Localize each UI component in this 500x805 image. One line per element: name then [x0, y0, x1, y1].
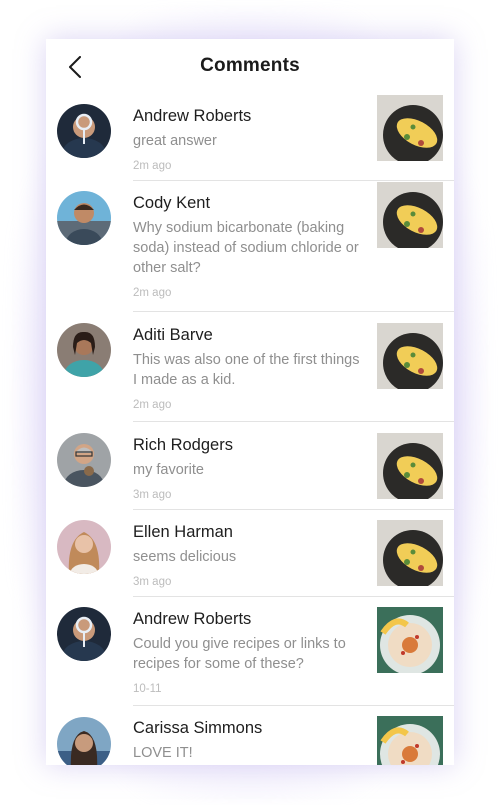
- comment-text: Could you give recipes or links to recip…: [133, 636, 346, 672]
- commenter-name[interactable]: Aditi Barve: [133, 325, 363, 345]
- comment-text: my favorite: [133, 462, 204, 478]
- commenter-name[interactable]: Rich Rodgers: [133, 435, 363, 455]
- food-thumbnail[interactable]: [377, 716, 443, 765]
- page-title: Comments: [200, 55, 300, 76]
- comment-time: 2m ago: [133, 287, 172, 299]
- comment-time: 3m ago: [133, 489, 172, 501]
- food-thumbnail[interactable]: [377, 433, 443, 499]
- comment-text: LOVE IT!: [133, 745, 193, 761]
- comment-list: Andrew Roberts great answer 2m ago Cody …: [46, 95, 454, 765]
- comment-item[interactable]: Ellen Harman seems delicious 3m ago: [46, 510, 454, 597]
- comment-item[interactable]: Cody Kent Why sodium bicarbonate (baking…: [46, 181, 454, 312]
- header: Comments: [46, 39, 454, 95]
- commenter-name[interactable]: Ellen Harman: [133, 522, 363, 542]
- commenter-name[interactable]: Andrew Roberts: [133, 609, 363, 629]
- commenter-name[interactable]: Andrew Roberts: [133, 106, 363, 126]
- avatar[interactable]: [57, 717, 111, 765]
- comment-text: great answer: [133, 133, 217, 149]
- food-thumbnail[interactable]: [377, 323, 443, 389]
- avatar[interactable]: [57, 191, 111, 245]
- avatar[interactable]: [57, 433, 111, 487]
- comments-screen: Comments Andrew Roberts great answer 2m …: [46, 39, 454, 765]
- comment-time: 3m ago: [133, 576, 172, 588]
- comment-time: 2m ago: [133, 160, 172, 172]
- avatar[interactable]: [57, 104, 111, 158]
- avatar[interactable]: [57, 520, 111, 574]
- food-thumbnail[interactable]: [377, 520, 443, 586]
- commenter-name[interactable]: Carissa Simmons: [133, 718, 363, 738]
- food-thumbnail[interactable]: [377, 607, 443, 673]
- food-thumbnail[interactable]: [377, 95, 443, 161]
- comment-item[interactable]: Carissa Simmons LOVE IT!: [46, 706, 454, 765]
- comment-item[interactable]: Rich Rodgers my favorite 3m ago: [46, 422, 454, 510]
- comment-time: 10-11: [133, 683, 162, 695]
- comment-item[interactable]: Aditi Barve This was also one of the fir…: [46, 312, 454, 422]
- comment-text: Why sodium bicarbonate (baking soda) ins…: [133, 220, 359, 276]
- comment-text: This was also one of the first things I …: [133, 352, 360, 388]
- comment-time: 2m ago: [133, 399, 172, 411]
- comment-text: seems delicious: [133, 549, 237, 565]
- avatar[interactable]: [57, 607, 111, 661]
- food-thumbnail[interactable]: [377, 182, 443, 248]
- comment-item[interactable]: Andrew Roberts great answer 2m ago: [46, 95, 454, 181]
- comment-item[interactable]: Andrew Roberts Could you give recipes or…: [46, 597, 454, 706]
- avatar[interactable]: [57, 323, 111, 377]
- commenter-name[interactable]: Cody Kent: [133, 193, 363, 213]
